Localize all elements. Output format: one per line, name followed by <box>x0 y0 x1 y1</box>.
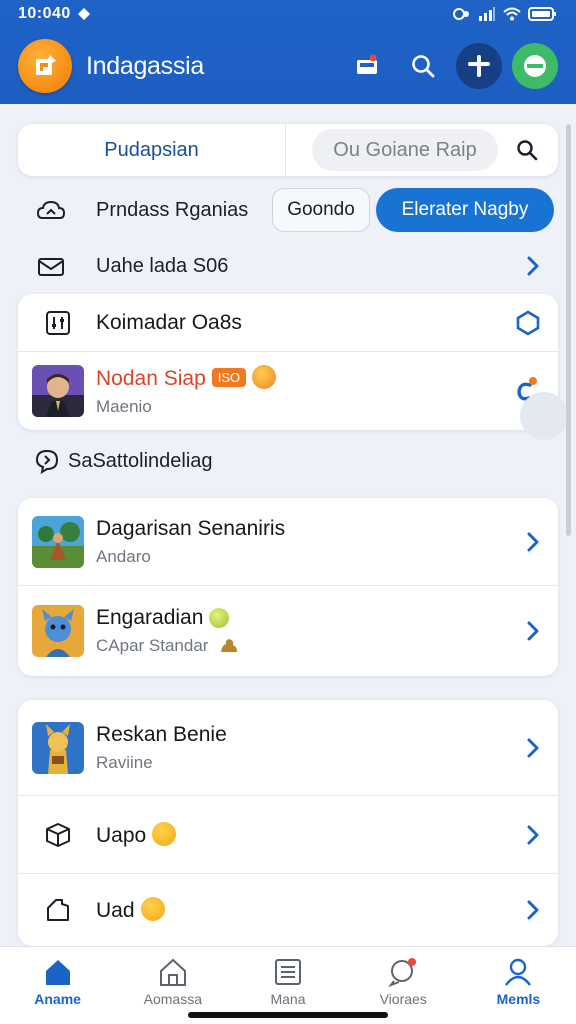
search-icon <box>517 140 538 161</box>
checkmark-emoji-icon <box>209 608 230 628</box>
battery-icon <box>528 7 556 21</box>
account-button[interactable] <box>512 43 558 89</box>
card-one-item2-subtitle: Maenio <box>96 397 152 416</box>
top-bar: 10:040 Indagassia <box>0 0 576 104</box>
chevron-right-icon <box>527 256 539 276</box>
signal-icon <box>479 7 495 21</box>
card-three-item1-subtitle: Raviine <box>96 752 153 772</box>
status-time: 10:040 <box>18 5 71 22</box>
alarm-icon <box>453 8 469 20</box>
inbox-icon <box>357 54 377 74</box>
smile-emoji-icon <box>152 821 177 846</box>
sliders-icon <box>46 310 70 335</box>
minus-circle-icon <box>524 55 546 77</box>
list-row-second[interactable]: Uahe lada S06 <box>18 240 558 292</box>
list-item[interactable]: Reskan Benie Raviine <box>18 700 558 796</box>
chevron-right-icon <box>527 825 539 844</box>
avatar-image <box>32 365 84 417</box>
card-one-item1-title: Koimadar Oa8s <box>96 310 242 334</box>
smile-emoji-icon <box>140 897 165 921</box>
game-thumbnail <box>32 515 84 568</box>
plus-icon <box>468 55 490 77</box>
app-logo-icon <box>36 55 56 75</box>
game-thumbnail-image <box>32 721 84 774</box>
game-thumbnail-image <box>32 605 84 657</box>
home-indicator[interactable] <box>188 1012 388 1018</box>
game-thumbnail-image <box>32 515 84 568</box>
nav-label: Aomassa <box>143 991 202 1007</box>
tag-icon <box>47 899 69 921</box>
card-one-item2-title: Nodan Siap <box>96 367 206 390</box>
card-two-item1-subtitle: Andaro <box>96 546 151 566</box>
mail-icon <box>38 258 64 276</box>
chevron-right-icon <box>527 900 539 920</box>
nav-label: Vioraes <box>379 991 427 1007</box>
primary-button[interactable]: Elerater Nagby <box>376 188 554 232</box>
list-item[interactable]: Uapo <box>18 796 558 874</box>
card-three-item2-title: Uapo <box>96 823 147 847</box>
list-item[interactable]: Koimadar Oa8s <box>18 294 558 352</box>
house-outline-icon <box>159 958 186 986</box>
primary-row-label: Prndass Rganias <box>96 198 249 221</box>
wifi-icon <box>503 7 521 21</box>
location-icon <box>77 8 90 20</box>
list-item[interactable]: Uad <box>18 874 558 946</box>
emoji-icon <box>252 365 277 389</box>
card-three: Reskan Benie Raviine Uapo Uad <box>18 700 558 946</box>
swirl-icon <box>221 639 238 652</box>
card-two-item2-subtitle: CApar Standar <box>96 636 209 655</box>
box-icon <box>46 822 70 847</box>
search-bar: Pudapsian Ou Goiane Raip <box>18 124 558 176</box>
search-button[interactable] <box>400 43 446 89</box>
add-button[interactable] <box>456 43 502 89</box>
list-row-second-label: Uahe lada S06 <box>96 254 229 277</box>
card-two: Dagarisan Senaniris Andaro Engaradian CA… <box>18 498 558 676</box>
nav-label: Memls <box>496 991 541 1007</box>
nav-item-profile[interactable]: Memls <box>461 947 576 1024</box>
search-submit-button[interactable] <box>512 135 542 165</box>
chevron-right-icon <box>527 621 539 641</box>
section-title-text: SaSattolindeliag <box>68 449 213 472</box>
secondary-button[interactable]: Goondo <box>272 188 370 232</box>
card-three-item3-title: Uad <box>96 899 135 922</box>
list-icon <box>275 959 301 985</box>
scrollbar[interactable] <box>566 124 571 536</box>
status-badge: ISO <box>211 368 247 387</box>
card-two-item1-title: Dagarisan Senaniris <box>96 516 286 540</box>
app-logo[interactable] <box>18 39 72 93</box>
list-item[interactable]: Engaradian CApar Standar <box>18 586 558 676</box>
inbox-button[interactable] <box>344 43 390 89</box>
search-segment-tab[interactable]: Pudapsian <box>18 124 286 176</box>
game-thumbnail <box>32 721 84 774</box>
cloud-icon <box>36 200 66 219</box>
card-two-item2-title: Engaradian <box>96 606 204 629</box>
profile-icon <box>505 958 532 986</box>
search-input[interactable]: Ou Goiane Raip <box>312 129 498 171</box>
home-icon <box>45 960 70 985</box>
chevron-right-icon <box>527 532 539 551</box>
game-thumbnail <box>32 605 84 657</box>
nav-item-home[interactable]: Aname <box>0 947 115 1024</box>
card-three-item1-title: Reskan Benie <box>96 722 227 746</box>
avatar <box>32 365 84 417</box>
chevron-right-icon <box>527 738 539 757</box>
section-title: SaSattolindeliag <box>34 448 213 474</box>
nav-label: Mana <box>270 991 306 1007</box>
search-icon <box>412 55 435 78</box>
nav-label: Aname <box>34 991 81 1007</box>
app-bar: Indagassia <box>0 28 576 104</box>
chat-bubble-icon <box>35 449 59 474</box>
list-item[interactable]: Nodan Siap ISO Maenio <box>18 352 558 430</box>
status-bar: 10:040 <box>0 0 576 28</box>
shield-icon <box>516 309 540 336</box>
list-item[interactable]: Dagarisan Senaniris Andaro <box>18 498 558 586</box>
app-title: Indagassia <box>86 51 204 80</box>
floating-ghost-button[interactable] <box>520 392 568 440</box>
chat-icon <box>388 958 417 987</box>
card-one: Koimadar Oa8s Nodan Siap ISO Maenio <box>18 294 558 430</box>
